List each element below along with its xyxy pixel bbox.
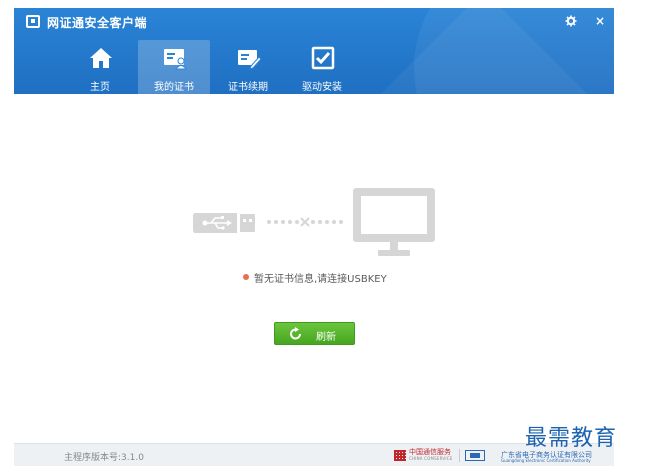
refresh-icon bbox=[290, 327, 301, 340]
certificate-renew-icon bbox=[238, 50, 261, 70]
close-icon: × bbox=[594, 14, 606, 28]
nav-item-driver-install[interactable]: 驱动安装 bbox=[286, 40, 358, 94]
status-indicator bbox=[243, 274, 249, 280]
monitor-icon bbox=[353, 188, 435, 256]
divider bbox=[459, 449, 460, 462]
checkbox-install-icon bbox=[311, 46, 335, 70]
certificate-user-icon bbox=[164, 49, 187, 70]
window-header: 网证通安全客户端 × 主页 我的证书 证书续期 驱动安装 bbox=[14, 8, 614, 94]
gear-icon bbox=[565, 15, 577, 27]
refresh-button[interactable]: 刷新 bbox=[274, 322, 355, 345]
home-icon bbox=[90, 48, 112, 68]
refresh-label: 刷新 bbox=[316, 332, 336, 343]
nav-item-label: 证书续期 bbox=[228, 82, 268, 93]
settings-button[interactable] bbox=[560, 12, 582, 30]
version-text: 主程序版本号:3.1.0 bbox=[64, 453, 144, 463]
app-title: 网证通安全客户端 bbox=[47, 16, 148, 30]
nav-item-label: 主页 bbox=[90, 82, 110, 93]
usb-key-icon bbox=[193, 213, 255, 233]
partner-name: 中国通信服务 bbox=[409, 448, 451, 456]
disconnected-link-icon bbox=[267, 217, 343, 227]
close-button[interactable]: × bbox=[589, 12, 611, 30]
watermark-text: 最需教育 bbox=[525, 426, 618, 451]
status-message: 暂无证书信息,请连接USBKEY bbox=[243, 270, 387, 285]
nav-item-label: 我的证书 bbox=[154, 82, 194, 93]
main-nav: 主页 我的证书 证书续期 驱动安装 bbox=[64, 40, 360, 94]
nav-item-home[interactable]: 主页 bbox=[64, 40, 136, 94]
status-text: 暂无证书信息,请连接USBKEY bbox=[254, 273, 387, 285]
partner-subtitle: Guangdong Electronic Certification Autho… bbox=[501, 458, 591, 463]
nav-item-label: 驱动安装 bbox=[302, 82, 342, 93]
title-bar: 网证通安全客户端 × bbox=[14, 8, 614, 34]
status-bar: 主程序版本号:3.1.0 中国通信服务 CHINA COMSERVICE 广东省… bbox=[14, 443, 614, 466]
nav-item-certificate-renewal[interactable]: 证书续期 bbox=[212, 40, 284, 94]
app-window: 网证通安全客户端 × 主页 我的证书 证书续期 驱动安装 暂无证书信息,请连接U… bbox=[0, 0, 645, 466]
app-logo-icon bbox=[26, 15, 40, 28]
partner-subtitle: CHINA COMSERVICE bbox=[409, 456, 453, 461]
nav-item-my-certificate[interactable]: 我的证书 bbox=[138, 40, 210, 94]
china-comservice-logo bbox=[394, 450, 406, 461]
ca-logo bbox=[465, 450, 485, 461]
